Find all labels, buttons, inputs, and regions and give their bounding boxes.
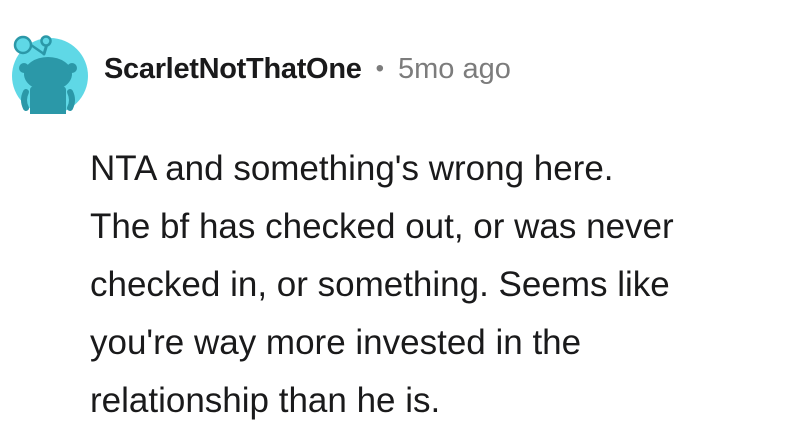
comment-body: NTA and something's wrong here. The bf h… [90,149,674,420]
comment-timestamp[interactable]: 5mo ago [398,53,511,86]
meta-separator: • [375,55,384,82]
comment-meta: ScarletNotThatOne • 5mo ago [104,48,511,90]
comment-header: ScarletNotThatOne • 5mo ago [0,0,799,120]
comment: ScarletNotThatOne • 5mo ago NTA and some… [0,0,799,440]
user-avatar[interactable] [4,30,96,114]
author-username[interactable]: ScarletNotThatOne [104,53,362,86]
reddit-snoo-avatar-icon [12,35,88,114]
